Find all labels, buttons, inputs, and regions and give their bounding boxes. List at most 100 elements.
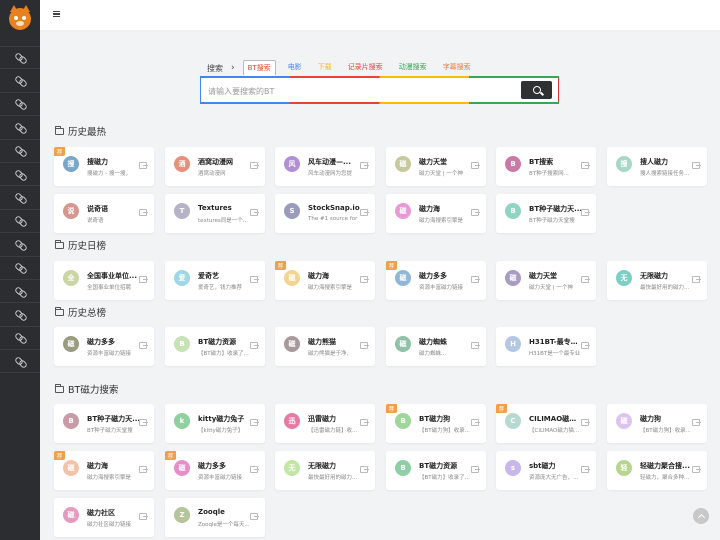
search-button[interactable]: [521, 81, 552, 99]
back-to-top-button[interactable]: [693, 508, 709, 524]
sidebar-item[interactable]: [0, 303, 40, 327]
site-card[interactable]: B BT磁力资源 【BT磁力】收录了...: [165, 327, 265, 366]
site-title: BT种子磁力天...: [529, 205, 583, 213]
open-link-icon[interactable]: [250, 162, 259, 169]
open-link-icon[interactable]: [471, 209, 480, 216]
open-link-icon[interactable]: [471, 419, 480, 426]
site-card[interactable]: S StockSnap.io The #1 source for: [275, 194, 375, 233]
site-card[interactable]: 磁磁力狗 【BT磁力狗】收录...: [607, 404, 707, 443]
site-card[interactable]: 磁磁力蜘蛛 磁力蜘蛛...: [386, 327, 486, 366]
site-card[interactable]: 磁磁力海 磁力海搜索引擎是 荐: [275, 261, 375, 300]
sidebar-item[interactable]: [0, 93, 40, 117]
menu-toggle-icon[interactable]: [53, 11, 60, 17]
site-card[interactable]: 磁磁力天堂 磁力天堂 | 一个神: [496, 261, 596, 300]
open-link-icon[interactable]: [139, 513, 148, 520]
search-tab[interactable]: 动漫搜索: [395, 60, 431, 76]
site-card[interactable]: s sbt磁力 资源庞大无广告，...: [496, 451, 596, 490]
search-tab[interactable]: 记录片搜索: [344, 60, 387, 76]
site-card[interactable]: B BT磁力狗 【BT磁力狗】收录... 荐: [386, 404, 486, 443]
open-link-icon[interactable]: [250, 419, 259, 426]
sidebar-item[interactable]: [0, 327, 40, 351]
open-link-icon[interactable]: [360, 162, 369, 169]
site-card[interactable]: C CILIMAO磁力猫 【CILIMAO磁力猫】... 荐: [496, 404, 596, 443]
open-link-icon[interactable]: [581, 162, 590, 169]
open-link-icon[interactable]: [581, 342, 590, 349]
open-link-icon[interactable]: [581, 419, 590, 426]
site-card[interactable]: 无无限磁力 最快最好用的磁力...: [607, 261, 707, 300]
site-card[interactable]: k kitty磁力兔子 【kitty磁力兔子】: [165, 404, 265, 443]
open-link-icon[interactable]: [360, 276, 369, 283]
open-link-icon[interactable]: [250, 342, 259, 349]
open-link-icon[interactable]: [360, 209, 369, 216]
site-card[interactable]: 酒酒窝动漫网 酒窝动漫网: [165, 147, 265, 186]
site-card[interactable]: H H31BT-最专业... H31BT是一个最专业: [496, 327, 596, 366]
open-link-icon[interactable]: [360, 342, 369, 349]
site-card[interactable]: 磁磁力海 磁力海搜索引擎是: [386, 194, 486, 233]
sidebar-item[interactable]: [0, 46, 40, 70]
site-logo[interactable]: [0, 0, 40, 38]
site-card[interactable]: 磁磁力多多 资源丰富磁力链接: [54, 327, 154, 366]
open-link-icon[interactable]: [139, 419, 148, 426]
open-link-icon[interactable]: [692, 466, 701, 473]
open-link-icon[interactable]: [250, 276, 259, 283]
open-link-icon[interactable]: [581, 466, 590, 473]
open-link-icon[interactable]: [250, 513, 259, 520]
sidebar-item[interactable]: [0, 186, 40, 210]
site-card[interactable]: 说说奇语 说奇语: [54, 194, 154, 233]
open-link-icon[interactable]: [692, 162, 701, 169]
site-card[interactable]: B BT种子磁力天... BT种子磁力天堂搜: [54, 404, 154, 443]
search-tab[interactable]: 电影: [284, 60, 306, 76]
sidebar-item[interactable]: [0, 210, 40, 234]
site-card[interactable]: 磁磁力多多 资源丰富磁力链接 荐: [386, 261, 486, 300]
site-card[interactable]: B BT种子磁力天... BT种子磁力天堂搜: [496, 194, 596, 233]
search-input[interactable]: [208, 83, 508, 99]
open-link-icon[interactable]: [692, 276, 701, 283]
site-card[interactable]: 磁磁力海 磁力海搜索引擎是 荐: [54, 451, 154, 490]
open-link-icon[interactable]: [139, 276, 148, 283]
open-link-icon[interactable]: [692, 419, 701, 426]
site-card[interactable]: 全全国事业单位... 全国事业单位招聘: [54, 261, 154, 300]
sidebar-item[interactable]: [0, 350, 40, 374]
open-link-icon[interactable]: [250, 466, 259, 473]
sidebar-item[interactable]: [0, 116, 40, 140]
open-link-icon[interactable]: [250, 209, 259, 216]
site-card[interactable]: 搜搜磁力 搜磁力 - 搜一搜， 荐: [54, 147, 154, 186]
search-tab[interactable]: 下载: [314, 60, 336, 76]
sidebar-item[interactable]: [0, 280, 40, 304]
site-card[interactable]: 磁磁力天堂 磁力天堂 | 一个神: [386, 147, 486, 186]
site-avatar: 迅: [284, 413, 300, 429]
sidebar-item[interactable]: [0, 233, 40, 257]
search-tab[interactable]: 字幕搜索: [439, 60, 475, 76]
search-tab[interactable]: BT搜索: [242, 60, 276, 76]
open-link-icon[interactable]: [471, 276, 480, 283]
site-card[interactable]: 无无限磁力 最快最好用的磁力...: [275, 451, 375, 490]
open-link-icon[interactable]: [581, 276, 590, 283]
open-link-icon[interactable]: [139, 342, 148, 349]
site-avatar: B: [505, 156, 521, 172]
site-card[interactable]: B BT磁力资源 【BT磁力】收录了...: [386, 451, 486, 490]
site-card[interactable]: Z Zooqle Zooqle是一个每天...: [165, 498, 265, 537]
site-card[interactable]: 迅迅雷磁力 【迅雷磁力链】收...: [275, 404, 375, 443]
open-link-icon[interactable]: [139, 466, 148, 473]
sidebar-item[interactable]: [0, 163, 40, 187]
site-card[interactable]: T Textures textures同是一个...: [165, 194, 265, 233]
site-card[interactable]: 爱爱奇艺 爱奇艺，钱力推荐: [165, 261, 265, 300]
open-link-icon[interactable]: [360, 466, 369, 473]
open-link-icon[interactable]: [581, 209, 590, 216]
site-card[interactable]: 风风车动漫—... 风车动漫网为您提: [275, 147, 375, 186]
open-link-icon[interactable]: [471, 162, 480, 169]
sidebar-item[interactable]: [0, 140, 40, 163]
site-card[interactable]: 磁磁力熊猫 磁力熊猫是于净、: [275, 327, 375, 366]
open-link-icon[interactable]: [471, 342, 480, 349]
open-link-icon[interactable]: [139, 162, 148, 169]
sidebar-item[interactable]: [0, 257, 40, 280]
open-link-icon[interactable]: [360, 419, 369, 426]
sidebar-item[interactable]: [0, 69, 40, 93]
open-link-icon[interactable]: [139, 209, 148, 216]
site-card[interactable]: B BT搜索 BT种子搜索网...: [496, 147, 596, 186]
open-link-icon[interactable]: [471, 466, 480, 473]
site-card[interactable]: 搜搜人磁力 搜人搜索链接任务...: [607, 147, 707, 186]
site-card[interactable]: 磁磁力社区 磁力社区磁力链接: [54, 498, 154, 537]
site-card[interactable]: 磁磁力多多 资源丰富磁力链接 荐: [165, 451, 265, 490]
site-card[interactable]: 轻轻磁力聚合搜... 轻磁力，聚合多种...: [607, 451, 707, 490]
